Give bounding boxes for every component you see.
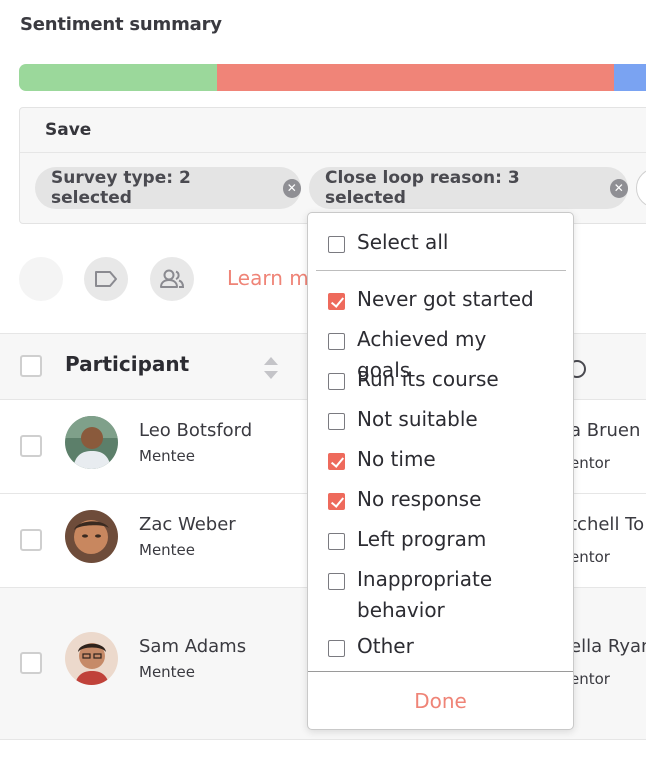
- tag-button[interactable]: [84, 257, 128, 301]
- filter-chip-close-loop-reason[interactable]: Close loop reason: 3 selected ✕: [309, 167, 628, 209]
- filter-panel: Save Survey type: 2 selected ✕ Close loo…: [19, 107, 646, 224]
- option-label: Never got started: [357, 287, 534, 311]
- participant-role: Mentee: [139, 541, 196, 559]
- mentor-role: entor: [570, 454, 610, 472]
- mentor-name[interactable]: ella Ryan: [570, 636, 646, 657]
- dropdown-option[interactable]: No time: [328, 447, 537, 475]
- dropdown-option[interactable]: Inappropriate behavior: [328, 567, 537, 626]
- save-button[interactable]: Save: [20, 108, 646, 153]
- option-label: Select all: [357, 230, 449, 254]
- option-label: No response: [357, 487, 482, 511]
- filter-chip-survey-type[interactable]: Survey type: 2 selected ✕: [35, 167, 301, 209]
- mentor-name[interactable]: tchell To: [570, 514, 644, 535]
- dropdown-option[interactable]: Not suitable: [328, 407, 537, 435]
- dropdown-option-select-all[interactable]: Select all: [328, 230, 537, 258]
- participant-name[interactable]: Sam Adams: [139, 636, 246, 657]
- checkbox[interactable]: [328, 236, 345, 253]
- participant-role: Mentee: [139, 663, 196, 681]
- learn-more-link[interactable]: Learn m: [227, 266, 309, 290]
- option-label: Not suitable: [357, 407, 478, 431]
- action-button[interactable]: [19, 257, 63, 301]
- checkbox[interactable]: [328, 573, 345, 590]
- sentiment-bar: [19, 64, 646, 91]
- checkbox[interactable]: [328, 493, 345, 510]
- dropdown-option[interactable]: No response: [328, 487, 537, 515]
- checkbox[interactable]: [328, 333, 345, 350]
- filter-chip-label: Survey type: 2 selected: [51, 168, 191, 208]
- divider: [316, 270, 566, 271]
- checkbox[interactable]: [328, 640, 345, 657]
- close-icon[interactable]: ✕: [282, 178, 301, 198]
- tag-icon: [95, 271, 117, 287]
- mentor-role: entor: [570, 670, 610, 688]
- checkbox[interactable]: [328, 293, 345, 310]
- mentor-role: entor: [570, 548, 610, 566]
- filter-chip-label: Close loop reason: 3 selected: [325, 168, 520, 208]
- checkbox[interactable]: [328, 373, 345, 390]
- participant-name[interactable]: Leo Botsford: [139, 420, 252, 441]
- option-label: Other: [357, 634, 414, 658]
- people-icon: [160, 269, 185, 288]
- sentiment-segment-neutral: [614, 64, 646, 91]
- dropdown-option[interactable]: Other: [328, 634, 537, 662]
- sort-icon[interactable]: [264, 357, 278, 379]
- sentiment-segment-positive: [19, 64, 218, 91]
- row-checkbox[interactable]: [20, 529, 42, 551]
- select-all-rows-checkbox[interactable]: [20, 355, 42, 377]
- option-label: Run its course: [357, 367, 499, 391]
- group-button[interactable]: [150, 257, 194, 301]
- dropdown-option[interactable]: Never got started: [328, 287, 537, 315]
- done-button[interactable]: Done: [308, 671, 573, 729]
- close-icon[interactable]: ✕: [609, 178, 628, 198]
- sentiment-segment-negative: [217, 64, 615, 91]
- page-title: Sentiment summary: [20, 14, 222, 35]
- checkbox[interactable]: [328, 413, 345, 430]
- column-header-participant[interactable]: Participant: [65, 352, 189, 376]
- option-label: Inappropriate behavior: [357, 567, 493, 622]
- avatar: [65, 416, 118, 469]
- checkbox[interactable]: [328, 453, 345, 470]
- close-loop-reason-dropdown: Select all Never got started Achieved my…: [307, 212, 574, 730]
- participant-role: Mentee: [139, 447, 196, 465]
- row-checkbox[interactable]: [20, 435, 42, 457]
- checkbox[interactable]: [328, 533, 345, 550]
- option-label: No time: [357, 447, 436, 471]
- dropdown-option[interactable]: Left program: [328, 527, 537, 555]
- avatar: [65, 632, 118, 685]
- option-label: Left program: [357, 527, 487, 551]
- dropdown-option[interactable]: Run its course: [328, 367, 537, 395]
- filter-chip-more[interactable]: [636, 168, 646, 208]
- participant-name[interactable]: Zac Weber: [139, 514, 236, 535]
- avatar: [65, 510, 118, 563]
- row-checkbox[interactable]: [20, 652, 42, 674]
- mentor-name[interactable]: a Bruen: [570, 420, 640, 441]
